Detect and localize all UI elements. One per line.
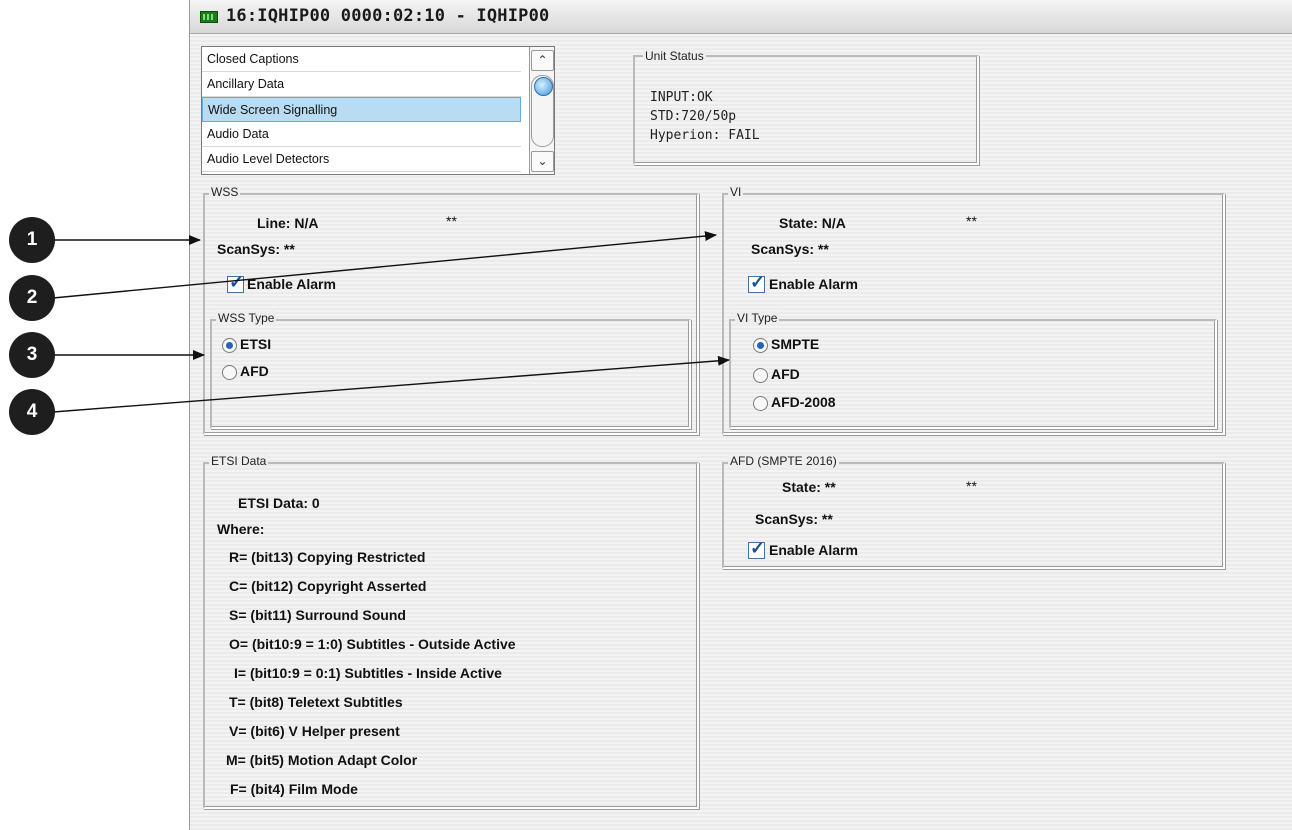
callout-arrows	[52, 231, 730, 413]
callout-2: 2	[9, 275, 55, 321]
callout-2-arrow	[52, 231, 717, 299]
callout-3: 3	[9, 332, 55, 378]
callout-4: 4	[9, 389, 55, 435]
callout-4-arrow	[52, 355, 730, 413]
callout-1: 1	[9, 217, 55, 263]
